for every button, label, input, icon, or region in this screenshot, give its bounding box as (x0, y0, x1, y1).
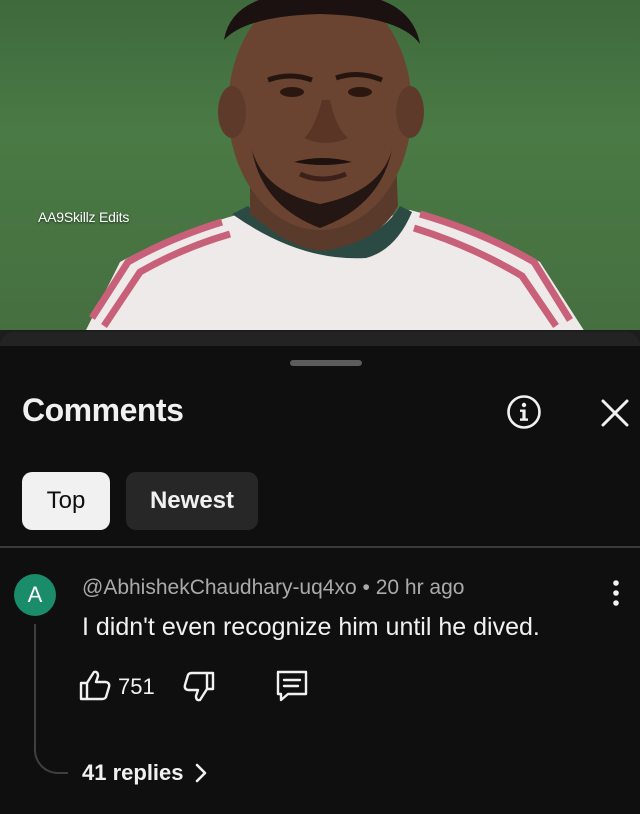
reply-button[interactable] (274, 668, 310, 704)
like-button[interactable] (78, 668, 112, 702)
reply-thread-line (34, 624, 68, 774)
close-icon (601, 399, 629, 427)
info-button[interactable] (506, 394, 542, 430)
view-replies-button[interactable]: 41 replies (82, 760, 208, 786)
video-watermark: AA9Skillz Edits (38, 209, 130, 225)
avatar[interactable]: A (14, 574, 56, 616)
close-button[interactable] (598, 396, 632, 430)
sort-chip-top[interactable]: Top (22, 472, 110, 530)
comment-meta: @AbhishekChaudhary-uq4xo • 20 hr ago (82, 576, 464, 600)
more-vertical-icon (613, 580, 619, 606)
comments-title: Comments (22, 392, 184, 428)
comment-time: 20 hr ago (375, 576, 465, 599)
thumbs-up-icon (79, 670, 111, 701)
info-icon (507, 395, 541, 429)
like-count: 751 (118, 674, 155, 699)
comment-text: I didn't even recognize him until he div… (82, 613, 540, 641)
chevron-right-icon (195, 763, 206, 783)
reply-comment-icon (276, 670, 308, 702)
comment-author[interactable]: @AbhishekChaudhary-uq4xo (82, 576, 357, 599)
divider (0, 546, 640, 548)
video-frame-image (85, 0, 585, 332)
thumbs-down-icon (183, 671, 215, 702)
dislike-button[interactable] (182, 670, 216, 704)
replies-label: 41 replies (82, 760, 184, 785)
video-player[interactable]: AA9Skillz Edits (0, 0, 640, 332)
meta-separator: • (362, 576, 370, 599)
drag-handle[interactable] (290, 360, 362, 366)
sort-chip-newest[interactable]: Newest (126, 472, 258, 530)
more-options-button[interactable] (606, 578, 626, 608)
